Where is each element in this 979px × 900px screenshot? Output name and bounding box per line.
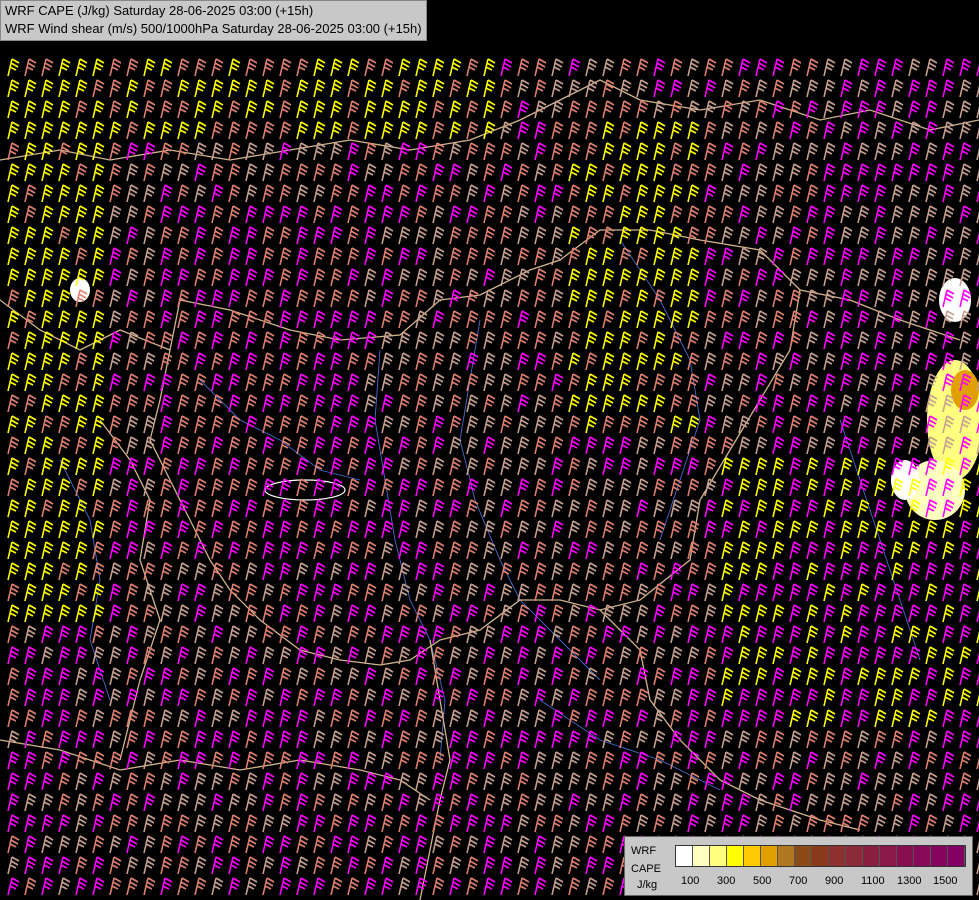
legend-tick: 700 [789,875,808,887]
cape-title: WRF CAPE (J/kg) Saturday 28-06-2025 03:0… [5,3,314,18]
legend-swatch [846,846,863,866]
legend-swatch [829,846,846,866]
legend-swatch [693,846,710,866]
legend-swatch [761,846,778,866]
legend-swatch [914,846,931,866]
legend-swatch [812,846,829,866]
legend-tick: 1300 [897,875,922,887]
legend-variable: CAPE [631,863,661,875]
legend-swatch [795,846,812,866]
legend-swatch [931,846,948,866]
legend-unit: J/kg [637,879,658,891]
legend-tick: 500 [753,875,772,887]
legend-swatch [863,846,880,866]
map-title-box: WRF CAPE (J/kg) Saturday 28-06-2025 03:0… [0,0,427,41]
legend-swatch [676,846,693,866]
cape-legend: WRF CAPE J/kg 100 300 500 700 900 1100 1300 150… [624,836,973,896]
legend-swatch [727,846,744,866]
legend-swatch [744,846,761,866]
legend-tick: 1500 [933,875,958,887]
legend-swatch [778,846,795,866]
legend-color-scale [675,845,966,867]
legend-tick: 900 [825,875,844,887]
legend-tick: 100 [681,875,700,887]
legend-model: WRF [631,845,657,857]
legend-tick: 300 [717,875,736,887]
legend-swatch [880,846,897,866]
legend-swatch [710,846,727,866]
shear-title: WRF Wind shear (m/s) 500/1000hPa Saturda… [5,21,422,36]
legend-swatch [948,846,965,866]
wind-shear-map [0,0,979,900]
legend-tick: 1100 [861,875,885,887]
legend-swatch [897,846,914,866]
